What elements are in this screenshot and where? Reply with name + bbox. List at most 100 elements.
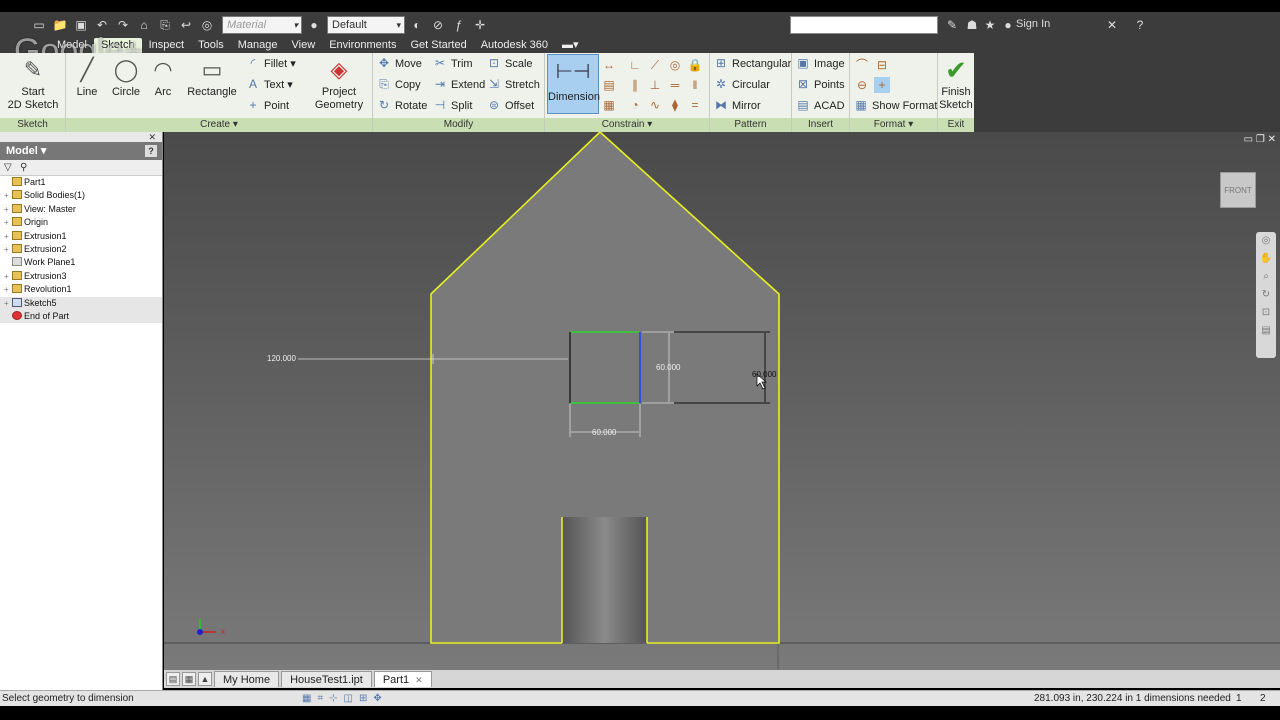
extend-button[interactable]: ⇥ Extend	[433, 76, 485, 93]
user-icon[interactable]: ●	[999, 16, 1017, 34]
dim-120-label[interactable]: 120.000	[267, 354, 296, 363]
graphics-window[interactable]: ▭ ❐ ✕ 120.000 60.000 60.000 60.000 x FRO…	[164, 132, 1280, 670]
filter-icon[interactable]: ▽	[4, 162, 12, 173]
browser-node[interactable]: Work Plane1	[0, 256, 162, 269]
tab-autodesk-360[interactable]: Autodesk 360	[474, 38, 555, 53]
expand-icon[interactable]: +	[4, 230, 12, 243]
sketch-canvas[interactable]	[164, 132, 1280, 670]
project-geometry-button[interactable]: ◈ Project Geometry	[314, 56, 364, 112]
fix-icon[interactable]: 🔒	[687, 57, 703, 73]
dim-outer-height-label[interactable]: 60.000	[752, 370, 776, 379]
ribbon-options-icon[interactable]: ▬▾	[555, 38, 586, 53]
cascade-icon[interactable]: ▦	[182, 672, 196, 686]
vertical-icon[interactable]: ‖	[687, 77, 703, 93]
browser-node[interactable]: Part1	[0, 176, 162, 189]
dof-icon[interactable]: ✥	[373, 693, 387, 704]
construction-icon[interactable]: ⌒	[854, 57, 870, 73]
grid-icon[interactable]: ▦	[302, 693, 317, 704]
mirror-button[interactable]: ⧓ Mirror	[714, 97, 761, 114]
trim-button[interactable]: ✂ Trim	[433, 55, 473, 72]
horizontal-icon[interactable]: ═	[667, 77, 683, 93]
expand-icon[interactable]: +	[4, 283, 12, 296]
browser-node[interactable]: + Sketch5	[0, 296, 162, 310]
browser-header[interactable]: Model ▾?	[0, 142, 162, 160]
tab-manage[interactable]: Manage	[231, 38, 285, 53]
expand-icon[interactable]: +	[4, 203, 12, 216]
browser-node[interactable]: + Extrusion1	[0, 230, 162, 243]
help-icon[interactable]: ?	[145, 145, 157, 157]
tab-view[interactable]: View	[285, 38, 323, 53]
collinear-icon[interactable]: ⟋	[647, 57, 663, 73]
offset-button[interactable]: ⊜ Offset	[487, 97, 534, 114]
tab-tools[interactable]: Tools	[191, 38, 231, 53]
expand-icon[interactable]: +	[4, 243, 12, 256]
stretch-button[interactable]: ⇲ Stretch	[487, 76, 540, 93]
acad-button[interactable]: ▤ ACAD	[796, 97, 844, 114]
rectangular-pattern-button[interactable]: ⊞ Rectangular	[714, 55, 791, 72]
tangent-icon[interactable]: ◔	[627, 97, 643, 113]
constraint-inference-icon[interactable]: ⊹	[329, 693, 343, 704]
material-dropdown[interactable]: Material ▾	[222, 16, 302, 34]
browser-node[interactable]: + Extrusion2	[0, 243, 162, 256]
coincident-icon[interactable]: ∟	[627, 57, 643, 73]
parallel-icon[interactable]: ∥	[627, 77, 643, 93]
points-button[interactable]: ⊠ Points	[796, 76, 845, 93]
expand-icon[interactable]: +	[4, 216, 12, 229]
person-icon[interactable]: ☗	[963, 16, 981, 34]
split-button[interactable]: ⊣ Split	[433, 97, 473, 114]
clear-icon[interactable]: ⊘	[429, 16, 447, 34]
wrench-icon[interactable]: ✎	[943, 16, 961, 34]
select-icon[interactable]: ◎	[198, 16, 216, 34]
browser-node[interactable]: End of Part	[0, 309, 162, 324]
point-button[interactable]: + Point	[246, 97, 289, 114]
zoom-icon[interactable]: ⌕	[1256, 268, 1276, 286]
browser-node[interactable]: + View: Master	[0, 203, 162, 216]
create-panel-title[interactable]: Create ▾	[66, 118, 372, 132]
finish-sketch-button[interactable]: ✔ Finish Sketch	[938, 56, 974, 112]
appearance-dropdown[interactable]: Default ▾	[327, 16, 405, 34]
exchange-icon[interactable]: ✕	[1103, 16, 1121, 34]
rectangle-button[interactable]: ▭ Rectangle	[184, 56, 240, 99]
dim-width-label[interactable]: 60.000	[592, 428, 616, 437]
browser-node[interactable]: + Extrusion3	[0, 270, 162, 283]
text-button[interactable]: A Text ▾	[246, 76, 293, 93]
driven-dimension-icon[interactable]: ⊟	[874, 57, 890, 73]
arc-button[interactable]: ◠ Arc	[148, 56, 178, 99]
pan-icon[interactable]: ✋	[1256, 250, 1276, 268]
project-icon[interactable]: ⎘	[156, 16, 174, 34]
tab-my-home[interactable]: My Home	[214, 671, 280, 687]
start-2d-sketch-button[interactable]: ✎ Start 2D Sketch	[6, 56, 60, 112]
slice-icon[interactable]: ◫	[343, 693, 358, 704]
fx-icon[interactable]: ƒ	[450, 16, 468, 34]
star-icon[interactable]: ★	[981, 16, 999, 34]
tab-inspect[interactable]: Inspect	[142, 38, 191, 53]
viewcube[interactable]: FRONT	[1220, 172, 1256, 208]
auto-dimension-icon[interactable]: ↔	[601, 57, 617, 73]
browser-node[interactable]: + Solid Bodies(1)	[0, 189, 162, 202]
orbit-icon[interactable]: ↻	[1256, 286, 1276, 304]
persist-icon[interactable]: ⊞	[359, 693, 373, 704]
tile-icon[interactable]: ▤	[166, 672, 180, 686]
move-button[interactable]: ✥ Move	[377, 55, 422, 72]
binoculars-icon[interactable]: ⚲	[20, 162, 27, 173]
tab-get-started[interactable]: Get Started	[403, 38, 473, 53]
relax-mode-icon[interactable]: ▦	[601, 97, 617, 113]
centerline-icon[interactable]: ⊖	[854, 77, 870, 93]
adjust-icon[interactable]: ◐	[408, 16, 426, 34]
steering-wheel-icon[interactable]: ◎	[1256, 232, 1276, 250]
help-search-input[interactable]	[790, 16, 938, 34]
equal-icon[interactable]: =	[687, 97, 703, 113]
browser-close-icon[interactable]: ✕	[0, 132, 162, 142]
image-button[interactable]: ▣ Image	[796, 55, 844, 72]
expand-icon[interactable]: +	[4, 270, 12, 283]
fillet-button[interactable]: ◜ Fillet ▾	[246, 55, 296, 72]
show-constraints-icon[interactable]: ▤	[601, 77, 617, 93]
browser-node[interactable]: + Origin	[0, 216, 162, 229]
copy-button[interactable]: ⎘ Copy	[377, 76, 421, 93]
measure-icon[interactable]: ✛	[471, 16, 489, 34]
circle-button[interactable]: ◯ Circle	[108, 56, 144, 99]
expand-icon[interactable]: +	[4, 189, 12, 202]
show-format-button[interactable]: ▦ Show Format	[854, 97, 937, 114]
tab-environments[interactable]: Environments	[322, 38, 403, 53]
scale-button[interactable]: ⊡ Scale	[487, 55, 533, 72]
